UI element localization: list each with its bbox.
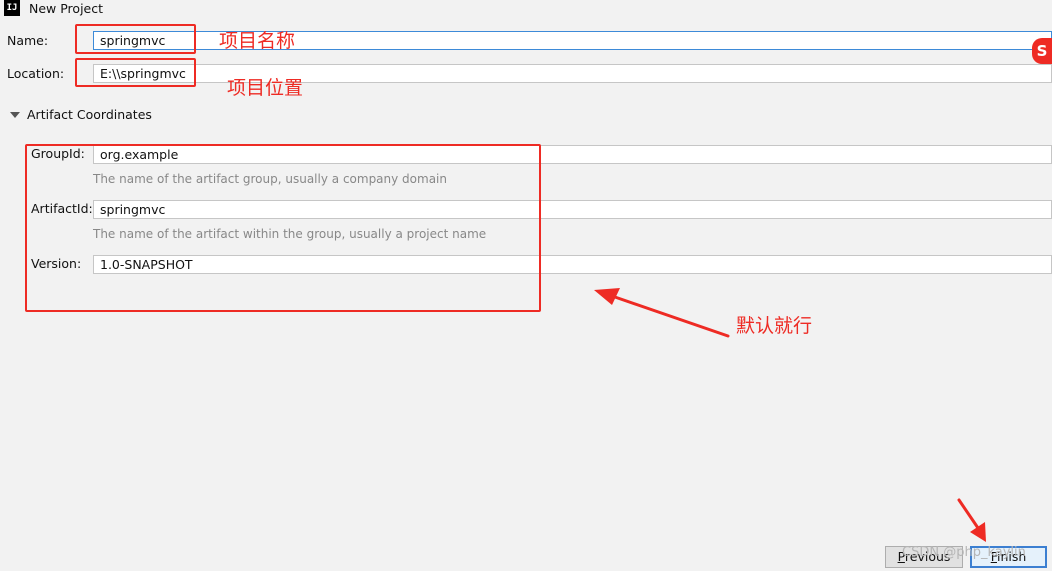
arrow-to-artifact-icon: [594, 288, 730, 338]
arrow-to-finish-icon: [957, 498, 986, 542]
annotation-arrows: [594, 288, 986, 542]
watermark: CSDN @php_kaylin: [902, 545, 1026, 560]
